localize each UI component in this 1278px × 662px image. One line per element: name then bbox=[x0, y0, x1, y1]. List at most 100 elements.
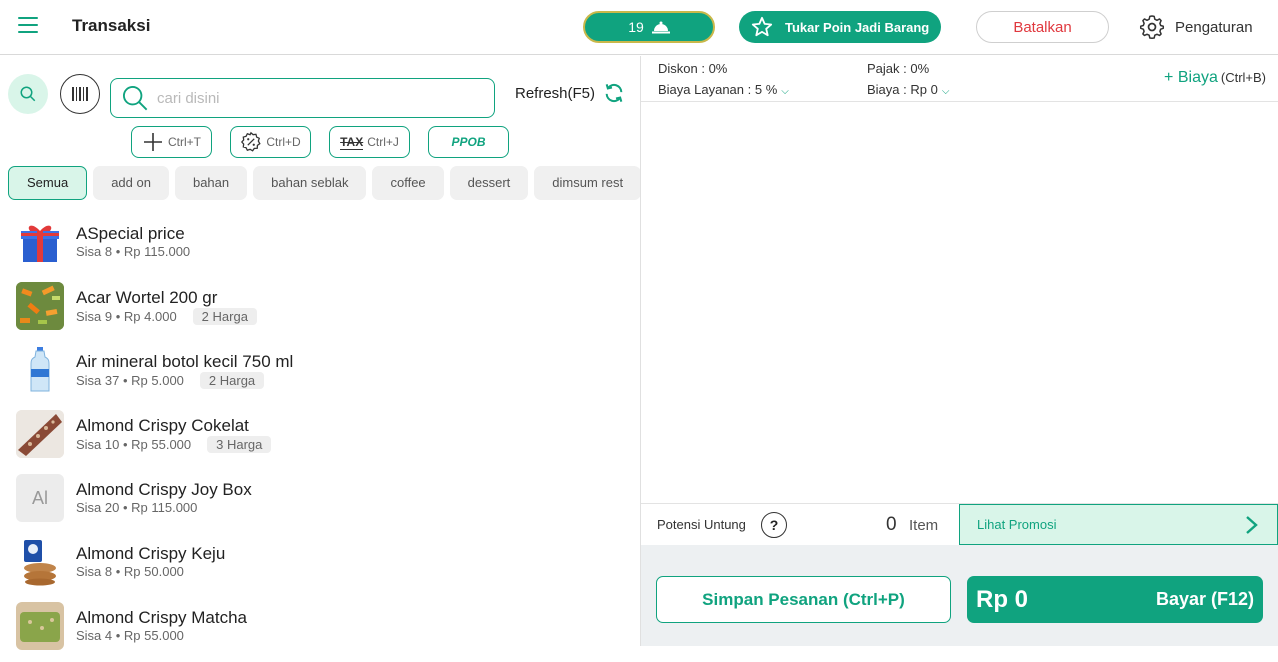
settings-button[interactable]: Pengaturan bbox=[1139, 14, 1253, 40]
order-summary-bar: Potensi Untung ? 0 Item Lihat Promosi bbox=[641, 503, 1278, 545]
search-field[interactable] bbox=[110, 78, 495, 118]
order-panel: Diskon : 0% Pajak : 0% Biaya Layanan : 5… bbox=[641, 56, 1278, 646]
almond-crispy-matcha-image bbox=[16, 602, 64, 650]
biaya-label: Biaya : Rp 0 bbox=[867, 82, 938, 97]
lihat-promosi-button[interactable]: Lihat Promosi bbox=[959, 504, 1278, 545]
discount-shortcut-button[interactable]: Ctrl+D bbox=[230, 126, 311, 158]
search-icon bbox=[20, 86, 36, 102]
category-tab-dimsum-rest[interactable]: dimsum rest bbox=[534, 166, 640, 200]
product-name: Almond Crispy Cokelat bbox=[76, 416, 249, 435]
potensi-untung-label: Potensi Untung bbox=[657, 517, 746, 532]
discount-badge-icon bbox=[241, 131, 261, 152]
product-name: Acar Wortel 200 gr bbox=[76, 288, 218, 307]
plus-icon bbox=[144, 133, 162, 151]
chevron-right-icon bbox=[1246, 516, 1258, 534]
table-count-button[interactable]: 19 bbox=[583, 11, 715, 43]
search-toggle-button[interactable] bbox=[8, 74, 48, 114]
shortcut-label: Ctrl+D bbox=[266, 135, 301, 149]
product-meta: Sisa 20 • Rp 115.000 bbox=[76, 500, 198, 515]
tukar-poin-label: Tukar Poin Jadi Barang bbox=[785, 19, 930, 35]
refresh-label: Refresh(F5) bbox=[515, 84, 596, 102]
bayar-label: Bayar (F12) bbox=[1155, 589, 1254, 609]
water-bottle-image bbox=[30, 347, 50, 392]
top-header: Transaksi 19 Tukar Poin Jadi Barang Bata… bbox=[0, 0, 1278, 55]
add-biaya-shortcut: (Ctrl+B) bbox=[1220, 70, 1266, 85]
product-thumbnail bbox=[16, 282, 64, 330]
product-item[interactable]: Almond Crispy Matcha Sisa 4 • Rp 55.000 bbox=[0, 598, 640, 662]
add-biaya-button[interactable]: + Biaya (Ctrl+B) bbox=[1164, 69, 1266, 87]
barcode-scan-button[interactable] bbox=[60, 74, 100, 114]
category-tab-add-on[interactable]: add on bbox=[93, 166, 169, 200]
biaya-layanan-label: Biaya Layanan : 5 % bbox=[658, 82, 778, 97]
ppob-logo: PPOB bbox=[451, 135, 486, 149]
product-item[interactable]: Air mineral botol kecil 750 ml Sisa 37 •… bbox=[0, 342, 640, 406]
add-item-shortcut-button[interactable]: Ctrl+T bbox=[131, 126, 212, 158]
product-item[interactable]: ASpecial price Sisa 8 • Rp 115.000 bbox=[0, 214, 640, 278]
fee-summary: Diskon : 0% Pajak : 0% Biaya Layanan : 5… bbox=[641, 56, 1278, 102]
product-thumbnail bbox=[16, 218, 64, 266]
pajak-info: Pajak : 0% bbox=[867, 61, 930, 76]
product-name: Almond Crispy Joy Box bbox=[76, 480, 252, 499]
biaya-layanan-dropdown[interactable]: Biaya Layanan : 5 % ⌵ bbox=[658, 82, 789, 97]
refresh-icon bbox=[605, 83, 623, 103]
product-meta: Sisa 10 • Rp 55.000 bbox=[76, 437, 192, 452]
product-meta: Sisa 8 • Rp 115.000 bbox=[76, 244, 191, 259]
product-name: Almond Crispy Matcha bbox=[76, 608, 248, 627]
pickled-vegetables-image bbox=[16, 282, 64, 330]
add-biaya-label: + Biaya bbox=[1164, 69, 1218, 86]
product-list: ASpecial price Sisa 8 • Rp 115.000 Acar … bbox=[0, 214, 640, 662]
settings-label: Pengaturan bbox=[1175, 18, 1253, 36]
product-item[interactable]: Almond Crispy Keju Sisa 8 • Rp 50.000 bbox=[0, 534, 640, 598]
shortcut-label: Ctrl+J bbox=[367, 135, 399, 149]
page-title: Transaksi bbox=[72, 16, 151, 35]
shortcut-label: Ctrl+T bbox=[168, 135, 201, 149]
category-tab-dessert[interactable]: dessert bbox=[449, 166, 529, 200]
help-icon[interactable]: ? bbox=[761, 512, 787, 538]
batalkan-button[interactable]: Batalkan bbox=[976, 11, 1109, 43]
search-input[interactable] bbox=[157, 89, 477, 107]
price-variant-badge: 3 Harga bbox=[207, 436, 272, 453]
gear-icon bbox=[1139, 15, 1165, 40]
category-tabs: Semua add on bahan bahan seblak coffee desser… bbox=[8, 166, 640, 202]
barcode-icon bbox=[72, 87, 88, 101]
product-initials-placeholder: Al bbox=[16, 474, 64, 522]
diskon-info: Diskon : 0% bbox=[658, 61, 728, 76]
simpan-pesanan-button[interactable]: Simpan Pesanan (Ctrl+P) bbox=[656, 576, 951, 623]
product-name: Almond Crispy Keju bbox=[76, 544, 226, 563]
bayar-button[interactable]: Rp 0 Bayar (F12) bbox=[967, 576, 1263, 623]
category-tab-bahan[interactable]: bahan bbox=[174, 166, 248, 200]
product-name: Air mineral botol kecil 750 ml bbox=[76, 352, 294, 371]
lihat-promosi-label: Lihat Promosi bbox=[977, 517, 1057, 532]
product-panel: Refresh(F5) Ctrl+T Ctrl+D TAX Ctrl+J PPO… bbox=[0, 56, 640, 650]
product-meta: Sisa 4 • Rp 55.000 bbox=[76, 628, 184, 643]
chevron-down-icon: ⌵ bbox=[941, 86, 950, 97]
product-name: ASpecial price bbox=[76, 224, 185, 243]
almond-crispy-keju-image bbox=[24, 540, 56, 586]
gift-box-image bbox=[21, 225, 59, 262]
product-meta: Sisa 9 • Rp 4.000 bbox=[76, 309, 177, 324]
price-variant-badge: 2 Harga bbox=[199, 372, 265, 389]
product-meta: Sisa 8 • Rp 50.000 bbox=[76, 564, 184, 579]
category-tab-semua[interactable]: Semua bbox=[8, 166, 88, 200]
table-count: 19 bbox=[628, 19, 644, 35]
product-thumbnail bbox=[16, 602, 64, 650]
checkout-bar: Simpan Pesanan (Ctrl+P) Rp 0 Bayar (F12) bbox=[641, 545, 1278, 646]
price-variant-badge: 2 Harga bbox=[192, 308, 257, 325]
biaya-dropdown[interactable]: Biaya : Rp 0 ⌵ bbox=[867, 82, 949, 97]
tukar-poin-button[interactable]: Tukar Poin Jadi Barang bbox=[739, 11, 941, 43]
category-tab-bahan-seblak[interactable]: bahan seblak bbox=[253, 166, 367, 200]
product-item[interactable]: Almond Crispy Cokelat Sisa 10 • Rp 55.00… bbox=[0, 406, 640, 470]
refresh-button[interactable]: Refresh(F5) bbox=[515, 82, 625, 104]
search-icon bbox=[122, 85, 148, 111]
product-thumbnail bbox=[16, 346, 64, 394]
tax-shortcut-button[interactable]: TAX Ctrl+J bbox=[329, 126, 410, 158]
menu-icon[interactable] bbox=[18, 17, 38, 33]
total-amount: Rp 0 bbox=[976, 585, 1029, 613]
category-tab-coffee[interactable]: coffee bbox=[372, 166, 444, 200]
serving-dish-icon bbox=[651, 21, 670, 34]
product-item[interactable]: Al Almond Crispy Joy Box Sisa 20 • Rp 11… bbox=[0, 470, 640, 534]
ppob-button[interactable]: PPOB bbox=[428, 126, 509, 158]
almond-crispy-image bbox=[16, 410, 64, 458]
product-item[interactable]: Acar Wortel 200 gr Sisa 9 • Rp 4.000 2 Ha… bbox=[0, 278, 640, 342]
product-meta: Sisa 37 • Rp 5.000 bbox=[76, 373, 184, 388]
